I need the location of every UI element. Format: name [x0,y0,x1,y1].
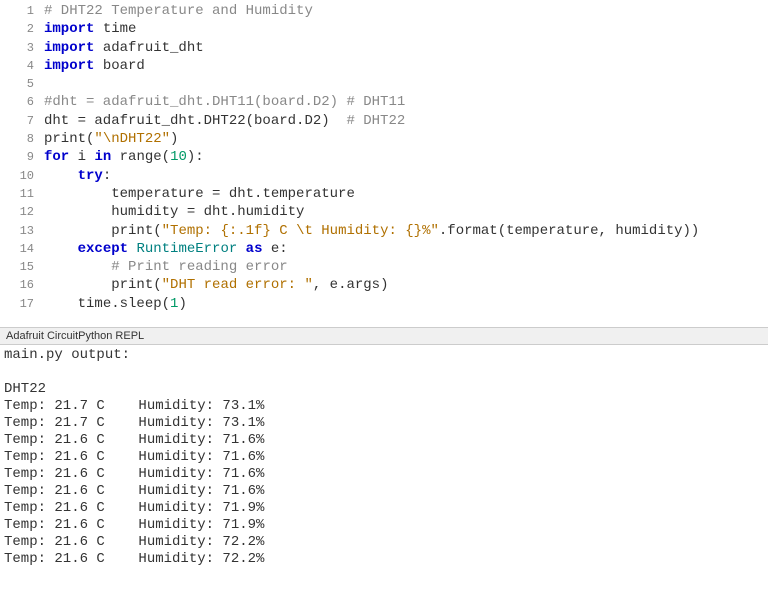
line-number: 17 [0,295,44,313]
code-line[interactable]: 3import adafruit_dht [0,39,768,57]
code-content[interactable]: try: [44,167,768,185]
line-number: 3 [0,39,44,57]
line-number: 7 [0,112,44,130]
code-content[interactable]: import adafruit_dht [44,39,768,57]
code-content[interactable]: temperature = dht.temperature [44,185,768,203]
code-content[interactable]: # Print reading error [44,258,768,276]
code-line[interactable]: 9for i in range(10): [0,148,768,166]
code-content[interactable]: import board [44,57,768,75]
code-content[interactable]: # DHT22 Temperature and Humidity [44,2,768,20]
line-number: 12 [0,203,44,221]
code-content[interactable]: import time [44,20,768,38]
code-line[interactable]: 14 except RuntimeError as e: [0,240,768,258]
code-line[interactable]: 17 time.sleep(1) [0,295,768,313]
code-line[interactable]: 8print("\nDHT22") [0,130,768,148]
line-number: 15 [0,258,44,276]
code-line[interactable]: 2import time [0,20,768,38]
repl-title: Adafruit CircuitPython REPL [6,330,144,342]
code-content[interactable]: print("\nDHT22") [44,130,768,148]
line-number: 10 [0,167,44,185]
line-number: 5 [0,75,44,93]
code-content[interactable]: print("DHT read error: ", e.args) [44,276,768,294]
code-content[interactable]: except RuntimeError as e: [44,240,768,258]
line-number: 1 [0,2,44,20]
code-line[interactable]: 15 # Print reading error [0,258,768,276]
code-content[interactable]: time.sleep(1) [44,295,768,313]
code-line[interactable]: 7dht = adafruit_dht.DHT22(board.D2) # DH… [0,112,768,130]
code-line[interactable]: 5 [0,75,768,93]
code-line[interactable]: 13 print("Temp: {:.1f} C \t Humidity: {}… [0,222,768,240]
repl-header: Adafruit CircuitPython REPL [0,328,768,345]
code-content[interactable]: #dht = adafruit_dht.DHT11(board.D2) # DH… [44,93,768,111]
code-line[interactable]: 10 try: [0,167,768,185]
line-number: 4 [0,57,44,75]
line-number: 6 [0,93,44,111]
code-content[interactable]: humidity = dht.humidity [44,203,768,221]
line-number: 2 [0,20,44,38]
code-line[interactable]: 4import board [0,57,768,75]
code-line[interactable]: 6#dht = adafruit_dht.DHT11(board.D2) # D… [0,93,768,111]
line-number: 11 [0,185,44,203]
code-content[interactable]: for i in range(10): [44,148,768,166]
code-line[interactable]: 1# DHT22 Temperature and Humidity [0,2,768,20]
line-number: 13 [0,222,44,240]
code-line[interactable]: 11 temperature = dht.temperature [0,185,768,203]
line-number: 8 [0,130,44,148]
repl-output[interactable]: main.py output: DHT22 Temp: 21.7 C Humid… [0,345,768,600]
code-content[interactable] [44,75,768,93]
code-editor[interactable]: 1# DHT22 Temperature and Humidity2import… [0,0,768,328]
code-content[interactable]: dht = adafruit_dht.DHT22(board.D2) # DHT… [44,112,768,130]
code-line[interactable]: 16 print("DHT read error: ", e.args) [0,276,768,294]
line-number: 14 [0,240,44,258]
code-line[interactable]: 12 humidity = dht.humidity [0,203,768,221]
line-number: 16 [0,276,44,294]
line-number: 9 [0,148,44,166]
code-content[interactable]: print("Temp: {:.1f} C \t Humidity: {}%".… [44,222,768,240]
